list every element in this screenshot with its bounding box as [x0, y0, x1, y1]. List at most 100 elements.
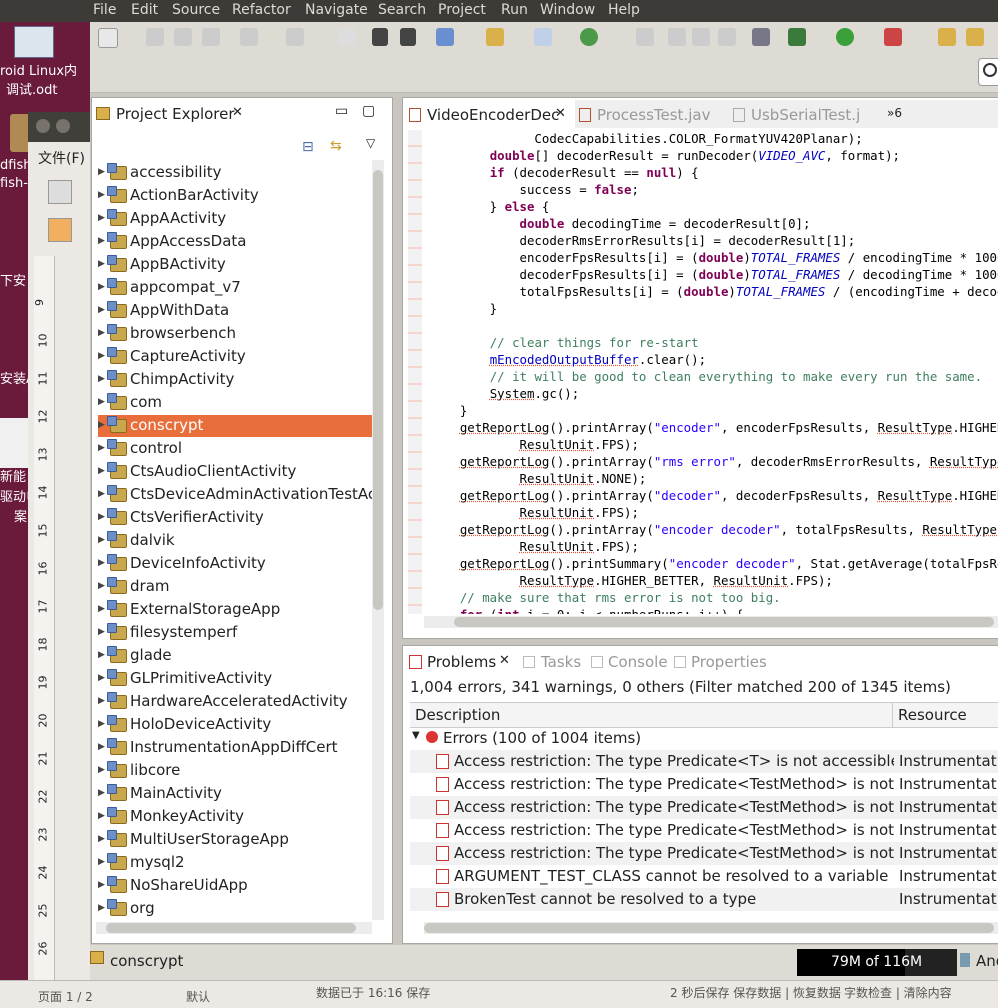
skip-breakpoints-icon[interactable]: [752, 28, 770, 46]
desktop-file-label[interactable]: 新能: [0, 466, 26, 485]
project-item[interactable]: ▶ AppAccessData: [98, 231, 372, 253]
project-item[interactable]: ▶ MultiUserStorageApp: [98, 829, 372, 851]
scrollbar-thumb[interactable]: [454, 617, 994, 627]
open-resource-icon[interactable]: [966, 28, 984, 46]
minimize-icon[interactable]: ▭: [335, 103, 348, 119]
expand-arrow-icon[interactable]: ▶: [98, 259, 105, 269]
project-item[interactable]: ▶ DeviceInfoActivity: [98, 553, 372, 575]
expand-arrow-icon[interactable]: ▶: [98, 328, 105, 338]
project-item[interactable]: ▶ ChimpActivity: [98, 369, 372, 391]
scrollbar-thumb[interactable]: [106, 923, 356, 933]
project-item[interactable]: ▶ ActionBarActivity: [98, 185, 372, 207]
problem-row[interactable]: ARGUMENT_TEST_CLASS cannot be resolved t…: [410, 865, 998, 888]
expand-arrow-icon[interactable]: ▶: [98, 903, 105, 913]
project-item[interactable]: ▶ NoShareUidApp: [98, 875, 372, 897]
expand-arrow-icon[interactable]: ▼: [412, 730, 420, 741]
expand-arrow-icon[interactable]: ▶: [98, 719, 105, 729]
project-item[interactable]: ▶ GLPrimitiveActivity: [98, 668, 372, 690]
column-description[interactable]: Description: [415, 706, 500, 724]
project-item[interactable]: ▶ mysql2: [98, 852, 372, 874]
heap-status[interactable]: 79M of 116M: [797, 949, 957, 976]
close-icon[interactable]: ✕: [555, 106, 566, 121]
tab-overflow[interactable]: »6: [887, 106, 902, 120]
print-icon[interactable]: [202, 28, 220, 46]
project-tree-scrollbar[interactable]: [372, 160, 384, 920]
problem-row[interactable]: Access restriction: The type Predicate<T…: [410, 796, 998, 819]
project-item[interactable]: ▶ MainActivity: [98, 783, 372, 805]
format-icon[interactable]: [48, 218, 72, 242]
project-item[interactable]: ▶ browserbench: [98, 323, 372, 345]
tab-processtest[interactable]: ProcessTest.jav: [577, 100, 727, 128]
expand-arrow-icon[interactable]: ▶: [98, 765, 105, 775]
desktop-file-label[interactable]: 案: [14, 506, 27, 525]
project-item[interactable]: ▶ AppBActivity: [98, 254, 372, 276]
link-with-editor-icon[interactable]: ⇆: [330, 138, 342, 154]
expand-arrow-icon[interactable]: ▶: [98, 788, 105, 798]
save-icon[interactable]: [146, 28, 164, 46]
menu-help[interactable]: Help: [608, 2, 640, 18]
pin-icon[interactable]: [718, 28, 736, 46]
expand-arrow-icon[interactable]: ▶: [98, 420, 105, 430]
desktop-file-label[interactable]: fish-: [0, 176, 28, 191]
close-icon[interactable]: [36, 119, 50, 133]
project-item[interactable]: ▶ dalvik: [98, 530, 372, 552]
trash-icon[interactable]: [960, 953, 970, 967]
problem-row[interactable]: Access restriction: The type Predicate<T…: [410, 773, 998, 796]
menu-project[interactable]: Project: [438, 2, 486, 18]
project-item[interactable]: ▶ HardwareAcceleratedActivity: [98, 691, 372, 713]
run-icon[interactable]: [836, 28, 854, 46]
problem-row[interactable]: Access restriction: The type Predicate<T…: [410, 750, 998, 773]
minimize-icon[interactable]: [56, 119, 70, 133]
search-toolbar-icon[interactable]: [636, 28, 654, 46]
close-icon[interactable]: ✕: [232, 105, 243, 120]
debug-icon[interactable]: [788, 28, 806, 46]
menu-source[interactable]: Source: [172, 2, 220, 18]
scrollbar-thumb[interactable]: [373, 170, 383, 610]
expand-arrow-icon[interactable]: ▶: [98, 489, 105, 499]
tab-usbserialtest[interactable]: UsbSerialTest.j: [729, 100, 879, 128]
binary-icon[interactable]: [338, 28, 356, 46]
expand-arrow-icon[interactable]: ▶: [98, 443, 105, 453]
project-item[interactable]: ▶ AppAActivity: [98, 208, 372, 230]
project-item[interactable]: ▶ libcore: [98, 760, 372, 782]
project-item[interactable]: ▶ filesystemperf: [98, 622, 372, 644]
open-folder-icon[interactable]: [486, 28, 504, 46]
debug-config-icon[interactable]: [240, 28, 258, 46]
expand-arrow-icon[interactable]: ▶: [98, 696, 105, 706]
project-item[interactable]: ▶ conscrypt: [98, 415, 372, 437]
refresh-icon[interactable]: [580, 28, 598, 46]
horizontal-scrollbar[interactable]: [96, 922, 372, 934]
tools-icon[interactable]: [286, 28, 304, 46]
view-menu-icon[interactable]: ▽: [366, 136, 375, 150]
problems-horizontal-scrollbar[interactable]: [424, 922, 998, 934]
save-all-icon[interactable]: [174, 28, 192, 46]
desktop-file-label[interactable]: dfish: [0, 158, 31, 173]
expand-arrow-icon[interactable]: ▶: [98, 811, 105, 821]
project-item[interactable]: ▶ com: [98, 392, 372, 414]
upload-icon[interactable]: [372, 28, 388, 46]
maximize-icon[interactable]: ▢: [362, 103, 375, 119]
scrollbar-thumb[interactable]: [424, 923, 994, 933]
expand-arrow-icon[interactable]: ▶: [98, 581, 105, 591]
menu-navigate[interactable]: Navigate: [305, 2, 368, 18]
desktop-file-label[interactable]: 下安: [0, 270, 26, 289]
project-item[interactable]: ▶ HoloDeviceActivity: [98, 714, 372, 736]
desktop-file-label[interactable]: roid Linux内: [0, 60, 77, 79]
new-project-icon[interactable]: [436, 28, 454, 46]
project-item[interactable]: ▶ dram: [98, 576, 372, 598]
annotation-icon[interactable]: [668, 28, 686, 46]
project-item[interactable]: ▶ AppWithData: [98, 300, 372, 322]
expand-arrow-icon[interactable]: ▶: [98, 374, 105, 384]
project-item[interactable]: ▶ appcompat_v7: [98, 277, 372, 299]
expand-arrow-icon[interactable]: ▶: [98, 213, 105, 223]
expand-arrow-icon[interactable]: ▶: [98, 627, 105, 637]
menu-run[interactable]: Run: [501, 2, 528, 18]
project-item[interactable]: ▶ glade: [98, 645, 372, 667]
expand-arrow-icon[interactable]: ▶: [98, 282, 105, 292]
problem-row[interactable]: BrokenTest cannot be resolved to a type I…: [410, 888, 998, 911]
column-divider[interactable]: [892, 703, 893, 727]
document-icon[interactable]: [48, 180, 72, 204]
expand-arrow-icon[interactable]: ▶: [98, 834, 105, 844]
project-item[interactable]: ▶ InstrumentationAppDiffCert: [98, 737, 372, 759]
tab-console[interactable]: Console: [589, 648, 669, 674]
